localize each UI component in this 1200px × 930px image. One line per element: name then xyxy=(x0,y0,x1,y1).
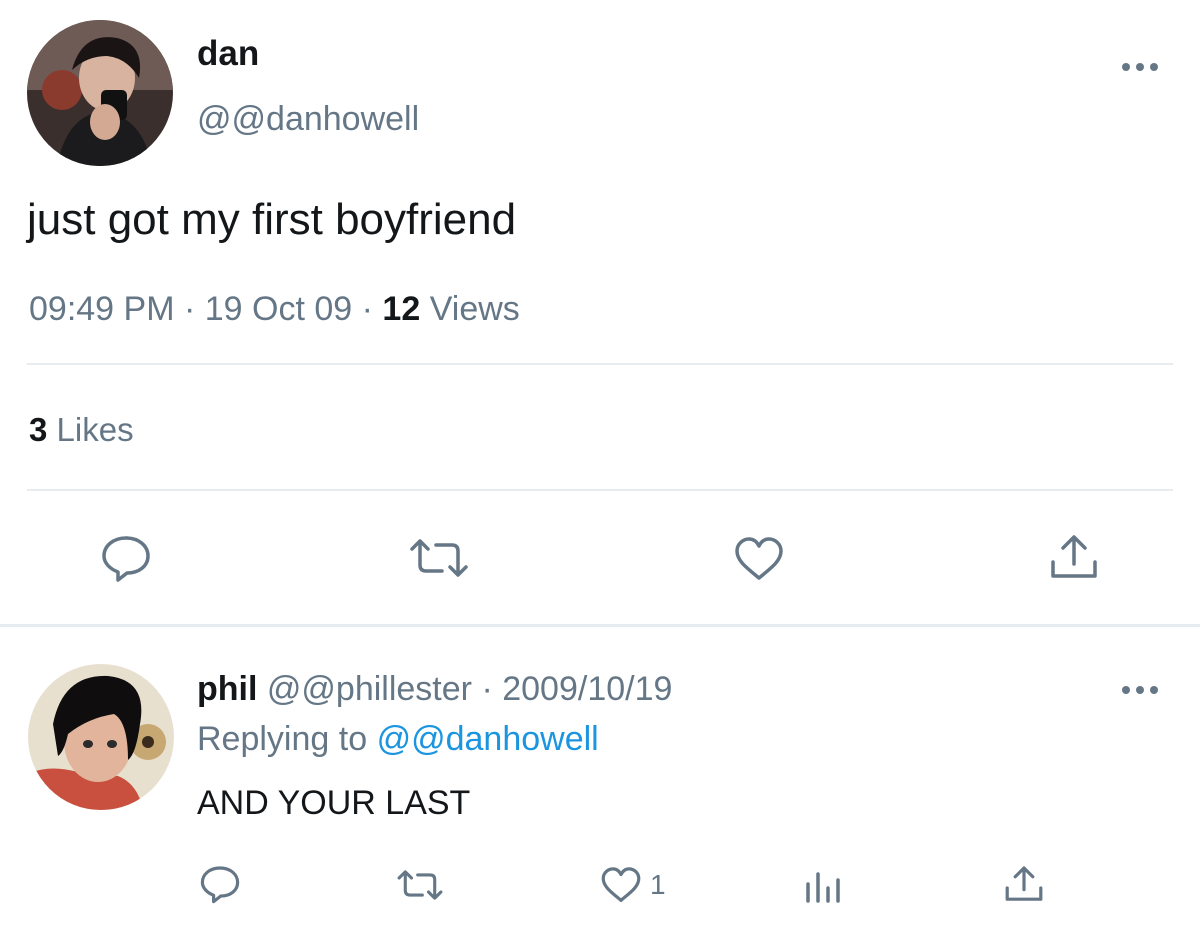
reply-icon xyxy=(102,536,150,582)
like-button[interactable] xyxy=(733,536,785,582)
author-name[interactable]: dan xyxy=(197,34,259,74)
tweet-meta: 09:49 PM · 19 Oct 09 · 12 Views xyxy=(29,290,520,329)
avatar[interactable] xyxy=(28,664,174,810)
tweet-time: 09:49 PM xyxy=(29,290,175,328)
avatar[interactable] xyxy=(27,20,173,166)
share-button[interactable] xyxy=(1048,532,1100,582)
share-icon xyxy=(1005,866,1043,901)
divider xyxy=(27,363,1173,365)
avatar-dan-image xyxy=(27,20,173,166)
analytics-button[interactable] xyxy=(803,866,843,904)
divider xyxy=(27,489,1173,491)
reply-date[interactable]: 2009/10/19 xyxy=(502,670,672,708)
retweet-button[interactable] xyxy=(396,868,444,902)
heart-icon xyxy=(735,537,783,580)
views-label: Views xyxy=(429,290,520,328)
share-icon xyxy=(1051,535,1097,578)
reply-icon xyxy=(200,866,240,904)
views-count: 12 xyxy=(382,290,421,328)
more-options-button[interactable] xyxy=(1118,52,1162,82)
retweet-button[interactable] xyxy=(408,537,470,579)
reply-button[interactable] xyxy=(199,864,241,904)
ellipsis-icon xyxy=(1122,63,1158,71)
replying-to-label: Replying to xyxy=(197,720,368,758)
ellipsis-icon xyxy=(1122,686,1158,694)
retweet-icon xyxy=(397,870,443,900)
heart-icon xyxy=(601,867,641,902)
reply-button[interactable] xyxy=(100,533,152,583)
reply-author-name[interactable]: phil xyxy=(197,670,257,708)
like-count: 1 xyxy=(650,869,666,900)
reply-text: AND YOUR LAST xyxy=(197,784,471,822)
share-button[interactable] xyxy=(1003,864,1045,904)
likes-label: Likes xyxy=(56,411,134,448)
avatar-phil-image xyxy=(28,664,174,810)
reply-author-handle[interactable]: @@phillester xyxy=(267,670,472,708)
retweet-icon xyxy=(410,539,468,577)
meta-separator: · xyxy=(183,290,196,328)
like-button[interactable]: 1 xyxy=(600,866,666,904)
meta-separator: · xyxy=(361,290,373,328)
tweet-text: just got my first boyfriend xyxy=(27,195,517,244)
tweet-detail-view: dan @@danhowell just got my first boyfri… xyxy=(0,0,1200,930)
likes-count: 3 xyxy=(29,411,48,448)
more-options-button[interactable] xyxy=(1118,675,1162,705)
analytics-icon xyxy=(806,872,840,903)
author-handle[interactable]: @@danhowell xyxy=(197,100,419,139)
likes-summary[interactable]: 3 Likes xyxy=(29,411,134,449)
section-divider xyxy=(0,624,1200,627)
meta-separator: · xyxy=(481,670,493,708)
replying-to-mention[interactable]: @@danhowell xyxy=(377,720,599,758)
reply-header: phil @@phillester · 2009/10/19 xyxy=(197,670,672,709)
replying-to: Replying to @@danhowell xyxy=(197,720,599,759)
tweet-date: 19 Oct 09 xyxy=(204,290,353,328)
